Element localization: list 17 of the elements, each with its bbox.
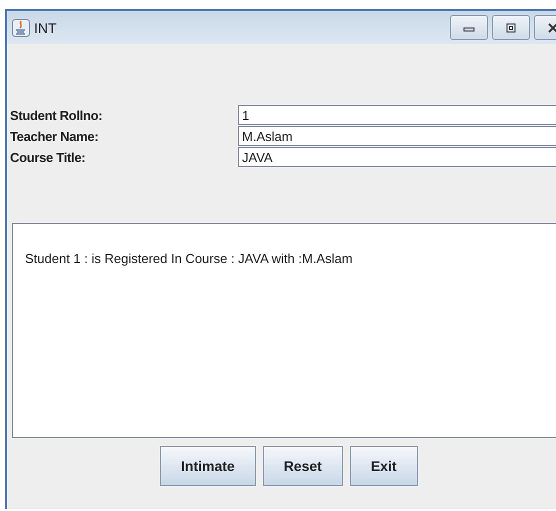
- minimize-button[interactable]: [450, 15, 488, 40]
- close-icon: [547, 22, 556, 32]
- action-button[interactable]: Exit: [350, 446, 418, 486]
- coffee-cup-icon: [12, 18, 30, 36]
- field-label: Student Rollno:: [10, 108, 104, 122]
- maximize-icon: [505, 22, 517, 32]
- maximize-button[interactable]: [492, 15, 530, 40]
- text-field[interactable]: JAVA: [238, 147, 556, 167]
- text-field[interactable]: M.Aslam: [238, 126, 556, 146]
- action-button[interactable]: Reset: [262, 446, 343, 486]
- text-field[interactable]: 1: [238, 105, 556, 125]
- window-title: INT: [34, 20, 57, 36]
- field-label: Course Title:: [10, 150, 86, 164]
- action-button[interactable]: Intimate: [160, 446, 256, 486]
- text-area[interactable]: Student 1 : is Registered In Course : JAVA with :M.Aslam: [12, 223, 556, 438]
- output-text: Student 1 : is Registered In Course : JAVA with :M.Aslam: [25, 251, 353, 266]
- field-label: Teacher Name:: [10, 128, 100, 144]
